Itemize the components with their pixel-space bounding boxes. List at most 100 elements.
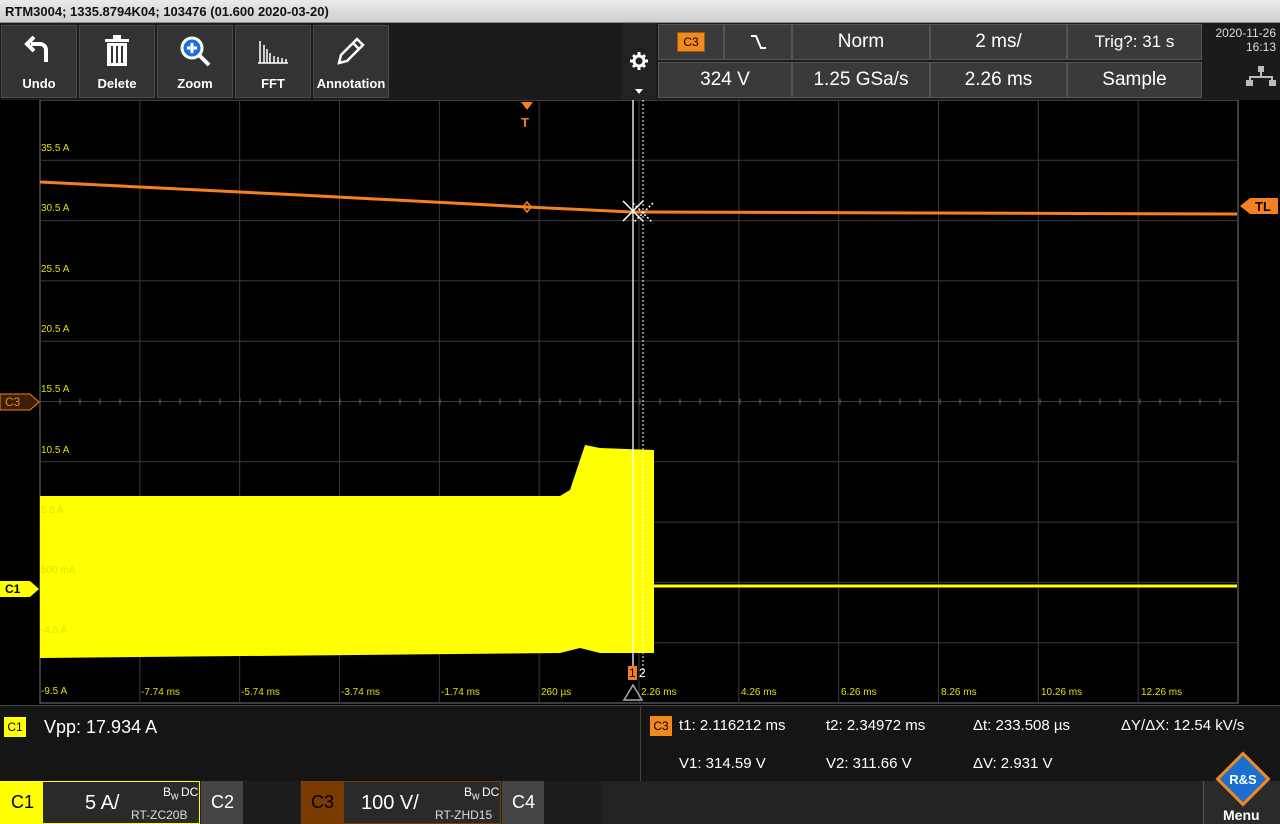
x-axis-label: 10.26 ms <box>1041 687 1083 698</box>
y-axis-label: 25.5 A <box>41 263 70 275</box>
trash-icon <box>80 26 154 76</box>
y-axis-label: 10.5 A <box>41 444 70 456</box>
y-axis-label: 35.5 A <box>41 143 70 154</box>
acquisition-cell[interactable]: Sample <box>1067 62 1202 98</box>
c3-marker-label: C3 <box>5 395 21 409</box>
chevron-down-icon[interactable] <box>635 89 643 94</box>
x-axis-label: -5.74 ms <box>241 687 280 698</box>
gear-icon[interactable] <box>630 52 648 70</box>
delete-label: Delete <box>97 76 137 91</box>
trigger-source-badge: C3 <box>677 32 705 52</box>
c1-marker-label: C1 <box>5 582 21 596</box>
x-axis-label: 8.26 ms <box>941 687 977 698</box>
cursor-t1: t1: 2.116212 ms <box>679 717 786 734</box>
c1-settings[interactable]: 5 A/ BW DC RT-ZC20B <box>42 781 200 824</box>
trigger-marker-label: T <box>521 115 529 130</box>
position-cell[interactable]: 2.26 ms <box>930 62 1067 98</box>
trigger-mode-cell[interactable]: Norm <box>792 24 930 60</box>
divider <box>640 706 641 782</box>
x-axis-label: 2.26 ms <box>641 687 677 698</box>
measure-channel-badge: C1 <box>4 717 26 737</box>
c1-scale: 5 A/ <box>85 792 120 814</box>
trigger-slope-cell[interactable] <box>724 24 792 60</box>
x-axis-label: -1.74 ms <box>441 687 480 698</box>
trigger-source-cell[interactable]: C3 <box>658 24 724 60</box>
pencil-icon <box>314 26 388 76</box>
rs-logo-icon: R&S <box>1215 751 1271 807</box>
trig-status-cell[interactable]: Trig?: 31 s <box>1067 24 1202 60</box>
c4-tab-label: C4 <box>512 792 536 812</box>
x-axis-label: -3.74 ms <box>341 687 380 698</box>
c3-settings[interactable]: 100 V/ BW DC RT-ZHD15 <box>343 781 501 824</box>
trigger-marker[interactable] <box>521 102 533 110</box>
falling-edge-icon <box>751 35 766 49</box>
x-axis-label: 6.26 ms <box>841 687 877 698</box>
delete-button[interactable]: Delete <box>79 25 155 98</box>
annotation-label: Annotation <box>316 76 386 91</box>
cursor-dt: Δt: 233.508 µs <box>973 717 1071 734</box>
undo-icon <box>2 26 76 76</box>
y-axis-label: -4.5 A <box>41 625 68 637</box>
trigger-level-cell[interactable]: 324 V <box>658 62 792 98</box>
c3-coupling: DC <box>482 785 500 799</box>
cursor1-label: 1 <box>629 666 636 680</box>
y-axis-label: -9.5 A <box>41 685 68 697</box>
waveform-display[interactable]: T TL C3 C1 1 2 35.5 A 30.5 A 25.5 A 20.5 A 1… <box>0 100 1280 705</box>
x-axis-label: 260 µs <box>541 687 572 698</box>
c2-settings[interactable] <box>243 781 300 824</box>
y-axis-label: 15.5 A <box>41 384 70 396</box>
annotation-button[interactable]: Annotation <box>313 25 389 98</box>
c4-tab[interactable]: C4 <box>502 781 544 824</box>
x-axis-label: -7.74 ms <box>141 687 180 698</box>
date-text: 2020-11-26 <box>1215 26 1277 40</box>
zoom-label: Zoom <box>177 76 213 91</box>
c1-waveform-band <box>40 445 654 658</box>
x-axis-label: 4.26 ms <box>741 687 777 698</box>
title-bar: RTM3004; 1335.8794K04; 103476 (01.600 20… <box>0 0 1280 23</box>
y-axis-label: 30.5 A <box>41 203 70 215</box>
c1-tab-label: C1 <box>11 792 35 812</box>
undo-label: Undo <box>22 76 56 91</box>
settings-area[interactable] <box>622 23 656 100</box>
c4-settings[interactable] <box>544 781 601 824</box>
sample-rate-cell[interactable]: 1.25 GSa/s <box>792 62 930 98</box>
y-axis-label: 20.5 A <box>41 323 70 335</box>
zoom-icon <box>158 26 232 76</box>
cursor-channel-badge: C3 <box>650 716 672 736</box>
y-axis-label: 5.5 A <box>41 504 64 516</box>
undo-button[interactable]: Undo <box>1 25 77 98</box>
cursor-dv: ΔV: 2.931 V <box>973 755 1053 772</box>
cursor-dydx: ΔY/ΔX: 12.54 kV/s <box>1121 717 1245 734</box>
c3-tab[interactable]: C3 <box>301 781 343 824</box>
datetime: 2020-11-26 16:13 <box>1205 23 1280 100</box>
c3-tab-label: C3 <box>311 792 335 812</box>
timebase-cell[interactable]: 2 ms/ <box>930 24 1067 60</box>
cursor-v1: V1: 314.59 V <box>679 755 766 772</box>
channel-bar: C1 5 A/ BW DC RT-ZC20B C2 C3 100 V/ BW D… <box>0 751 1280 824</box>
network-icon <box>1246 66 1276 86</box>
fft-icon <box>236 26 310 76</box>
measurement-panel: C1 Vpp: 17.934 A C3 t1: 2.116212 ms t2: … <box>0 705 1280 782</box>
fft-label: FFT <box>261 76 285 91</box>
menu-button[interactable]: R&S Menu <box>1203 751 1280 824</box>
tl-marker-label: TL <box>1255 199 1271 214</box>
time-text: 16:13 <box>1245 40 1276 54</box>
cursor-t2: t2: 2.34972 ms <box>826 717 926 734</box>
c2-tab[interactable]: C2 <box>201 781 243 824</box>
c3-scale: 100 V/ <box>361 792 419 814</box>
c3-probe: RT-ZHD15 <box>435 808 493 822</box>
zoom-button[interactable]: Zoom <box>157 25 233 98</box>
toolbar: Undo Delete Zoom FFT Annotation C3 Norm … <box>0 23 1280 100</box>
c1-tab[interactable]: C1 <box>0 781 42 824</box>
fft-button[interactable]: FFT <box>235 25 311 98</box>
c1-probe: RT-ZC20B <box>131 808 188 822</box>
c3-bw-label: BW <box>464 785 480 802</box>
menu-label: Menu <box>1223 807 1260 823</box>
c2-tab-label: C2 <box>211 792 235 812</box>
vpp-readout[interactable]: Vpp: 17.934 A <box>44 717 157 738</box>
c1-bw-label: BW <box>163 785 179 802</box>
waveform-canvas[interactable] <box>0 100 1280 705</box>
cursor-v2: V2: 311.66 V <box>826 755 912 772</box>
x-axis-label: 12.26 ms <box>1141 687 1183 698</box>
y-axis-label: 500 mA <box>41 565 76 577</box>
